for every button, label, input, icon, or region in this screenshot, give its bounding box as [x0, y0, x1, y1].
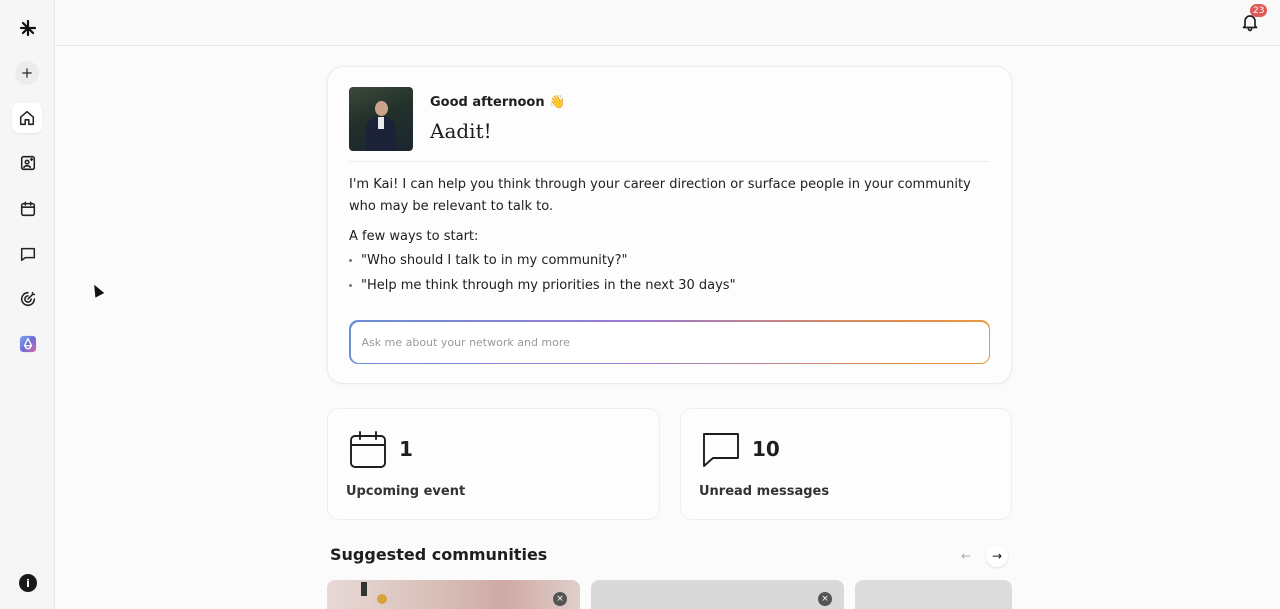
notification-badge: 23	[1250, 4, 1268, 17]
chat-icon	[20, 247, 36, 262]
calendar-icon	[20, 201, 36, 217]
suggestion-text: "Help me think through my priorities in …	[361, 278, 736, 293]
app-logo-icon	[19, 335, 37, 353]
mouse-cursor	[89, 282, 105, 298]
message-label: Unread messages	[699, 484, 830, 499]
dismiss-button[interactable]: ×	[818, 592, 832, 606]
calendar-icon	[350, 431, 386, 468]
suggestion-item[interactable]: "Help me think through my priorities in …	[349, 278, 736, 293]
sidebar-item-contacts[interactable]	[14, 149, 42, 177]
sidebar-item-messages[interactable]	[14, 240, 42, 268]
avatar	[349, 87, 413, 151]
kai-intro-text: I'm Kai! I can help you think through yo…	[349, 177, 971, 214]
suggestion-text: "Who should I talk to in my community?"	[361, 253, 628, 268]
logo[interactable]	[14, 14, 42, 42]
suggestion-item[interactable]: "Who should I talk to in my community?"	[349, 253, 628, 268]
chat-icon	[703, 433, 739, 467]
section-title: Suggested communities	[330, 545, 548, 564]
sidebar-item-events[interactable]	[14, 195, 42, 223]
upcoming-events-card[interactable]: 1 Upcoming event	[327, 408, 660, 520]
event-count: 1	[399, 437, 413, 461]
ask-kai-input[interactable]	[350, 321, 989, 363]
sidebar-item-activity[interactable]	[14, 285, 42, 313]
close-icon: ×	[556, 594, 564, 604]
sidebar-item-app[interactable]	[14, 330, 42, 358]
greeting-text: Good afternoon 👋	[430, 95, 566, 110]
contact-card-icon	[20, 155, 36, 171]
community-card[interactable]: ×	[327, 580, 580, 609]
sidebar-item-home[interactable]	[12, 103, 42, 133]
message-count: 10	[752, 437, 780, 461]
user-name: Aadit!	[430, 119, 492, 143]
top-bar: 23	[56, 0, 1280, 46]
bullet-icon	[349, 259, 352, 262]
dismiss-button[interactable]: ×	[553, 592, 567, 606]
arrow-left-icon: ←	[960, 549, 972, 563]
info-icon: i	[19, 574, 37, 592]
divider	[349, 161, 990, 162]
previous-arrow-button[interactable]: ←	[955, 545, 977, 567]
logo-icon	[19, 19, 37, 37]
new-button[interactable]	[15, 61, 39, 85]
ask-input-frame	[349, 320, 990, 364]
radar-icon	[20, 291, 36, 307]
community-image-detail	[361, 582, 367, 596]
help-button[interactable]: i	[14, 569, 42, 597]
start-label: A few ways to start:	[349, 229, 479, 244]
notifications-button[interactable]: 23	[1240, 4, 1268, 34]
kai-assistant-card: Good afternoon 👋 Aadit! I'm Kai! I can h…	[327, 66, 1012, 384]
next-arrow-button[interactable]: →	[986, 545, 1008, 567]
community-card[interactable]: ×	[591, 580, 844, 609]
arrow-right-icon: →	[991, 549, 1003, 563]
close-icon: ×	[821, 594, 829, 604]
unread-messages-card[interactable]: 10 Unread messages	[680, 408, 1012, 520]
home-icon	[19, 110, 35, 126]
bullet-icon	[349, 284, 352, 287]
plus-icon	[22, 68, 32, 78]
event-label: Upcoming event	[346, 484, 466, 499]
sidebar: i	[0, 0, 55, 609]
community-card[interactable]	[855, 580, 1012, 609]
community-image-detail	[377, 594, 387, 604]
